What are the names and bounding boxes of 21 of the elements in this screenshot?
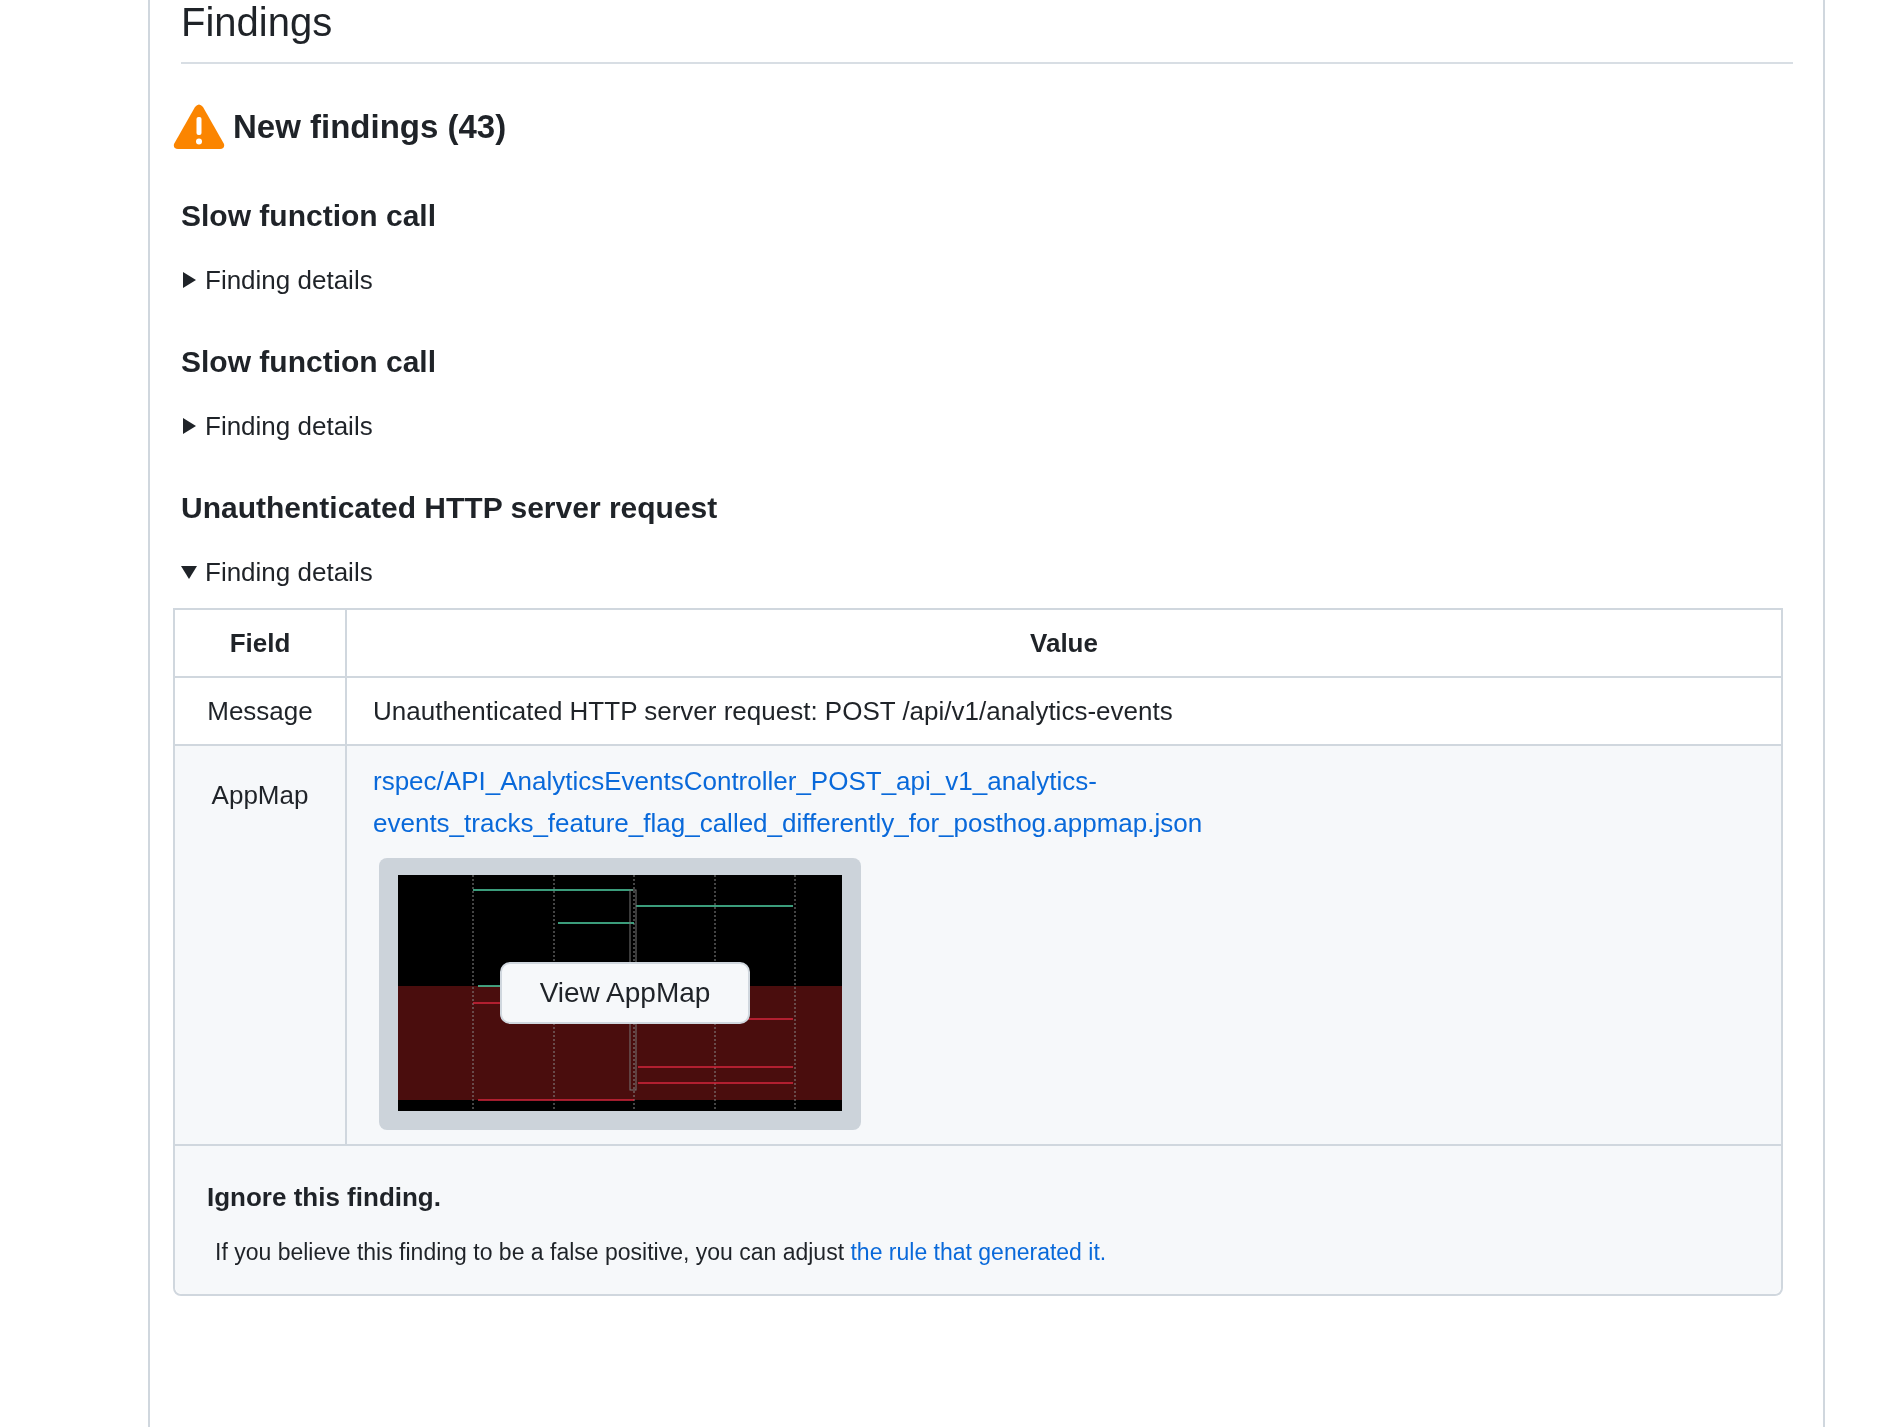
view-appmap-button[interactable]: View AppMap <box>500 962 750 1024</box>
finding-details-toggle[interactable]: Finding details <box>181 264 373 296</box>
caret-icon <box>181 564 197 580</box>
column-header: Field <box>175 610 346 677</box>
section-heading: New findings (43) <box>233 108 507 146</box>
finding-details-toggle[interactable]: Finding details <box>181 410 373 442</box>
finding-details-toggle[interactable]: Finding details <box>181 556 373 588</box>
field-cell: AppMap <box>175 745 346 1145</box>
appmap-link[interactable]: rspec/API_AnalyticsEventsController_POST_api_v1_analytics-events_tracks_feature_flag_called_differently_for_posthog.appmap.json <box>373 760 1755 844</box>
finding-title: Slow function call <box>181 344 437 380</box>
ignore-text: If you believe this finding to be a false positive, you can adjust the rule that generated it. <box>215 1239 1108 1266</box>
caret-icon <box>181 272 197 288</box>
page-title: Findings <box>181 0 1793 64</box>
appmap-preview-card[interactable]: View AppMap <box>379 858 861 1130</box>
rule-link[interactable]: the rule that generated it. <box>850 1239 1107 1265</box>
warning-icon <box>173 104 225 150</box>
caret-icon <box>181 418 197 434</box>
finding-title: Unauthenticated HTTP server request <box>181 490 719 526</box>
finding-title: Slow function call <box>181 198 437 234</box>
column-header: Value <box>346 610 1781 677</box>
ignore-heading: Ignore this finding. <box>207 1182 442 1213</box>
